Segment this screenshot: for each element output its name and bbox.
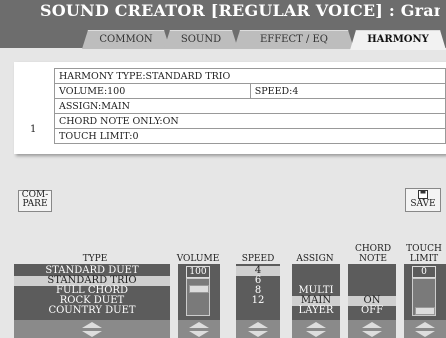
- volume-scroll[interactable]: [178, 320, 220, 338]
- tab-common[interactable]: COMMON: [82, 30, 170, 49]
- assign-option[interactable]: LAYER: [292, 306, 340, 316]
- info-assign: ASSIGN:MAIN: [54, 98, 446, 114]
- type-option[interactable]: COUNTRY DUET: [14, 306, 170, 316]
- volume-up-arrow-icon[interactable]: [189, 322, 209, 328]
- type-scroll[interactable]: [14, 320, 170, 338]
- type-list-panel[interactable]: STANDARD DUET STANDARD TRIO FULL CHORD ROCK…: [14, 264, 170, 320]
- touch-limit-down-arrow-icon[interactable]: [415, 331, 435, 337]
- info-row-number: 1: [30, 124, 37, 135]
- assign-down-arrow-icon[interactable]: [306, 331, 326, 337]
- touch-limit-header: TOUCH LIMIT: [402, 244, 446, 264]
- chord-note-only-list[interactable]: ON OFF: [348, 296, 396, 316]
- touch-limit-header-line2: LIMIT: [409, 254, 439, 264]
- tab-effect-eq[interactable]: EFFECT / EQ: [234, 30, 354, 49]
- harmony-info-panel: 1 HARMONY TYPE:STANDARD TRIO VOLUME:100 …: [14, 62, 446, 154]
- assign-list[interactable]: MULTI MAIN LAYER: [292, 286, 340, 316]
- assign-up-arrow-icon[interactable]: [306, 322, 326, 328]
- volume-value: 100: [186, 266, 210, 278]
- type-up-arrow-icon[interactable]: [82, 322, 102, 328]
- touch-limit-header-line1: TOUCH: [406, 244, 442, 254]
- type-header: TYPE: [82, 254, 108, 264]
- info-speed: SPEED:4: [249, 83, 446, 99]
- touch-limit-up-arrow-icon[interactable]: [415, 322, 435, 328]
- touch-limit-panel[interactable]: 0: [404, 264, 446, 320]
- info-touch-limit: TOUCH LIMIT:0: [54, 128, 446, 144]
- info-harmony-type: HARMONY TYPE:STANDARD TRIO: [54, 68, 446, 84]
- type-down-arrow-icon[interactable]: [82, 331, 102, 337]
- volume-down-arrow-icon[interactable]: [189, 331, 209, 337]
- touch-limit-value: 0: [412, 266, 436, 278]
- save-label: SAVE: [410, 199, 436, 209]
- chord-note-only-panel[interactable]: ON OFF: [348, 264, 396, 320]
- info-volume: VOLUME:100: [54, 83, 251, 99]
- title-bar: SOUND CREATOR [REGULAR VOICE] : GrandPia…: [0, 0, 446, 48]
- floppy-disk-icon: [418, 190, 428, 199]
- volume-slider[interactable]: [186, 278, 210, 316]
- speed-header: SPEED: [241, 254, 275, 264]
- speed-down-arrow-icon[interactable]: [248, 331, 268, 337]
- volume-header: VOLUME: [176, 254, 220, 264]
- chord-note-only-scroll[interactable]: [348, 320, 396, 338]
- type-list[interactable]: STANDARD DUET STANDARD TRIO FULL CHORD ROCK…: [14, 266, 170, 316]
- harmony-info-table: HARMONY TYPE:STANDARD TRIO VOLUME:100 SP…: [54, 68, 446, 144]
- touch-limit-scroll[interactable]: [404, 320, 446, 338]
- page-title: SOUND CREATOR [REGULAR VOICE] : GrandPia…: [40, 1, 440, 20]
- speed-panel[interactable]: 4 6 8 12: [236, 264, 280, 320]
- volume-slider-knob[interactable]: [189, 285, 209, 293]
- speed-option[interactable]: 12: [236, 296, 280, 306]
- speed-up-arrow-icon[interactable]: [248, 322, 268, 328]
- tab-harmony[interactable]: HARMONY: [350, 30, 446, 50]
- speed-scroll[interactable]: [236, 320, 280, 338]
- info-chord-note-only: CHORD NOTE ONLY:ON: [54, 113, 446, 129]
- assign-scroll[interactable]: [292, 320, 340, 338]
- assign-header: ASSIGN: [296, 254, 334, 264]
- volume-panel[interactable]: 100: [178, 264, 220, 320]
- touch-limit-slider-knob[interactable]: [415, 307, 435, 315]
- chord-note-only-option[interactable]: OFF: [348, 306, 396, 316]
- assign-panel[interactable]: MULTI MAIN LAYER: [292, 264, 340, 320]
- chord-note-only-up-arrow-icon[interactable]: [362, 322, 382, 328]
- speed-list[interactable]: 4 6 8 12: [236, 266, 280, 306]
- save-button[interactable]: SAVE: [405, 188, 441, 212]
- tab-sound[interactable]: SOUND: [164, 30, 238, 49]
- touch-limit-slider[interactable]: [412, 278, 436, 316]
- compare-button[interactable]: COM- PARE: [18, 190, 52, 212]
- chord-note-only-header-line1: CHORD: [354, 244, 392, 254]
- chord-note-only-down-arrow-icon[interactable]: [362, 331, 382, 337]
